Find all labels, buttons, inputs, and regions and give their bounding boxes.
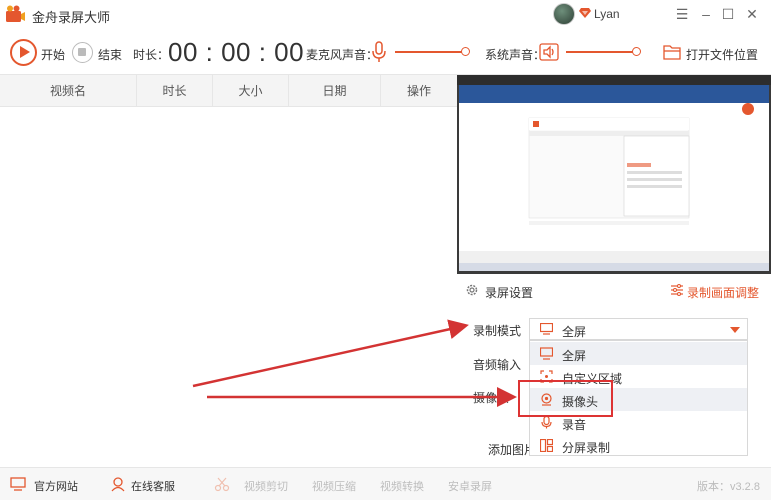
- gear-icon: [466, 284, 478, 296]
- preview-document: [459, 103, 769, 251]
- adjust-frame-button[interactable]: 录制画面调整: [687, 284, 759, 301]
- microphone-icon[interactable]: [371, 41, 387, 63]
- mic-volume-slider[interactable]: [395, 51, 463, 53]
- chevron-down-icon: [730, 327, 740, 333]
- bottom-bar: 官方网站 在线客服 视频剪切 视频压缩 视频转换 安卓录屏 版本：v3.2.8: [0, 467, 771, 500]
- system-volume-slider[interactable]: [566, 51, 634, 53]
- record-mode-label: 录制模式: [473, 324, 522, 338]
- preview-thumbnail: [528, 103, 754, 225]
- minimize-button[interactable]: –: [696, 4, 716, 24]
- video-convert-link[interactable]: 视频转换: [380, 478, 424, 494]
- preview-taskbar: [459, 263, 769, 271]
- record-mode-select[interactable]: 全屏: [529, 318, 748, 340]
- monitor-icon: [10, 477, 26, 491]
- avatar[interactable]: [553, 3, 575, 25]
- preview-statusbar: [459, 251, 769, 263]
- online-support-link[interactable]: 在线客服: [131, 478, 175, 494]
- camera-label: 摄像头: [473, 391, 510, 405]
- annotation-highlight-box: [518, 380, 613, 417]
- start-label[interactable]: 开始: [41, 46, 65, 63]
- column-duration[interactable]: 时长: [137, 75, 213, 107]
- open-folder-button[interactable]: 打开文件位置: [686, 46, 758, 63]
- android-record-link[interactable]: 安卓录屏: [448, 478, 492, 494]
- speaker-icon[interactable]: [539, 42, 559, 62]
- start-record-button[interactable]: [10, 39, 37, 66]
- scissors-icon: [214, 477, 230, 492]
- video-list: [0, 107, 457, 467]
- recording-preview: [457, 75, 771, 274]
- settings-title: 录屏设置: [485, 286, 534, 300]
- option-fullscreen[interactable]: 全屏: [530, 342, 747, 365]
- column-size[interactable]: 大小: [213, 75, 289, 107]
- record-mode-value: 全屏: [562, 325, 587, 339]
- option-label: 全屏: [562, 349, 587, 363]
- duration-label: 时长：: [133, 48, 170, 62]
- system-volume-knob[interactable]: [632, 47, 641, 56]
- app-title: 金舟录屏大师: [32, 10, 111, 25]
- split-screen-icon: [540, 439, 553, 452]
- folder-icon[interactable]: [663, 43, 681, 61]
- username[interactable]: Lyan: [594, 7, 620, 21]
- close-button[interactable]: ✕: [742, 4, 762, 24]
- system-volume-label: 系统声音：: [485, 48, 546, 62]
- stop-record-button[interactable]: [72, 42, 93, 63]
- option-split-screen[interactable]: 分屏录制: [530, 434, 747, 457]
- menu-icon[interactable]: ☰: [672, 4, 692, 24]
- app-logo-icon: [6, 5, 25, 22]
- mic-icon: [541, 416, 552, 429]
- option-label: 分屏录制: [562, 441, 611, 455]
- mic-volume-label: 麦克风声音：: [306, 48, 379, 62]
- version-text: 版本：v3.2.8: [697, 481, 760, 493]
- preview-ribbon: [459, 85, 769, 103]
- record-toolbar: 开始 结束 时长： 00 : 00 : 00 麦克风声音： 系统声音： 打开文件…: [0, 30, 771, 75]
- adjust-icon[interactable]: [671, 284, 683, 296]
- support-agent-icon: [111, 477, 125, 492]
- video-cut-link[interactable]: 视频剪切: [244, 478, 288, 494]
- record-timer: 00 : 00 : 00: [168, 37, 305, 67]
- mic-volume-knob[interactable]: [461, 47, 470, 56]
- audio-input-label: 音频输入: [473, 358, 522, 372]
- column-actions: 操作: [406, 84, 431, 98]
- official-website-link[interactable]: 官方网站: [34, 478, 78, 494]
- title-bar: 金舟录屏大师 Lyan ☰ – ☐ ✕: [0, 0, 771, 30]
- monitor-icon: [540, 323, 553, 335]
- recording-settings-panel: 录屏设置 录制画面调整 录制模式 音频输入 摄像头 添加图片 全屏 全屏 自定义…: [457, 274, 771, 467]
- stop-label[interactable]: 结束: [98, 46, 122, 63]
- monitor-icon: [540, 347, 553, 360]
- video-compress-link[interactable]: 视频压缩: [312, 478, 356, 494]
- column-date[interactable]: 日期: [289, 75, 381, 107]
- video-table-header: 视频名 时长 大小 日期 操作: [0, 75, 457, 107]
- vip-diamond-icon: [579, 8, 591, 18]
- maximize-button[interactable]: ☐: [718, 4, 738, 24]
- preview-titlebar: [457, 75, 771, 85]
- option-label: 录音: [562, 418, 587, 432]
- column-video-name[interactable]: 视频名: [0, 75, 137, 107]
